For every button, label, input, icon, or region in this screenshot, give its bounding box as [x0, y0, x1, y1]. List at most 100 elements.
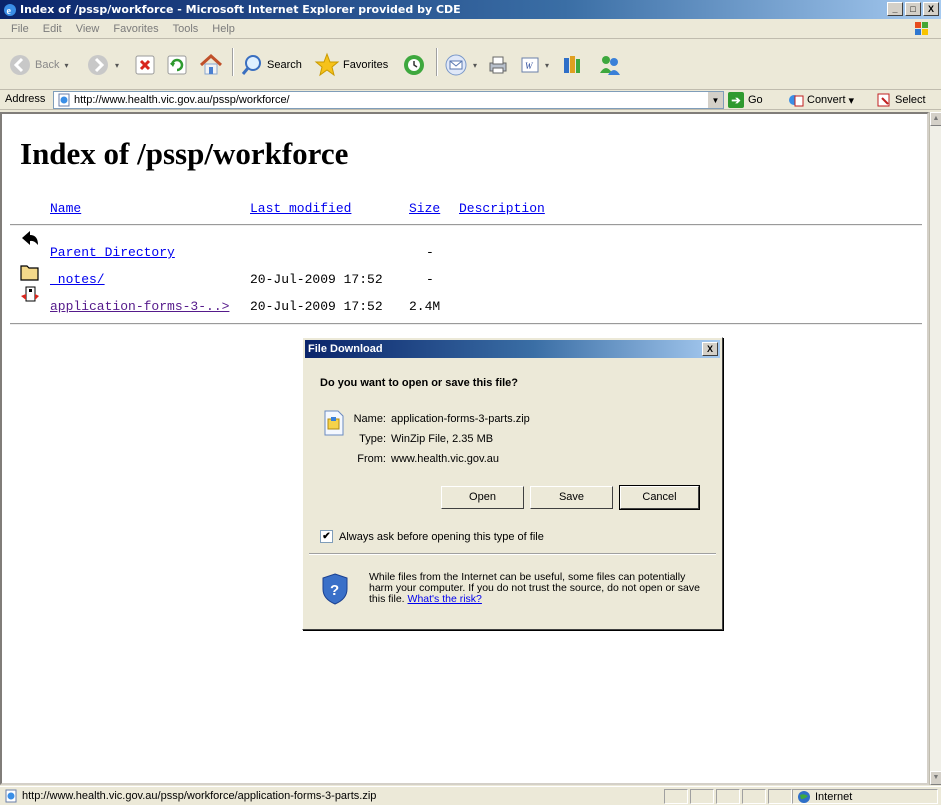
- scroll-down-icon[interactable]: ▼: [930, 771, 941, 785]
- save-button[interactable]: Save: [530, 486, 613, 509]
- home-icon: [199, 53, 223, 75]
- windows-logo-icon: [915, 22, 928, 35]
- back-label: Back: [35, 59, 60, 71]
- close-window-button[interactable]: X: [923, 2, 939, 16]
- zone-label: Internet: [815, 790, 853, 803]
- menu-bar: File Edit View Favorites Tools Help: [0, 19, 941, 39]
- back-arrow-icon: [22, 231, 38, 245]
- favorites-button[interactable]: Favorites: [314, 40, 388, 90]
- messenger-button[interactable]: [598, 40, 622, 90]
- menu-edit[interactable]: Edit: [36, 23, 69, 35]
- select-icon: [877, 93, 890, 107]
- history-icon: [404, 55, 424, 75]
- standard-toolbar: Back ▾ ▾ Search Favorites ▾ W ▾: [0, 40, 941, 90]
- address-input[interactable]: http://www.health.vic.gov.au/pssp/workfo…: [53, 91, 724, 109]
- dialog-divider: [309, 553, 716, 555]
- mail-button[interactable]: ▾: [444, 40, 477, 90]
- stop-button[interactable]: [134, 40, 156, 90]
- status-url-area: http://www.health.vic.gov.au/pssp/workfo…: [4, 789, 376, 803]
- go-button[interactable]: ➔ Go: [728, 91, 763, 109]
- name-value: application-forms-3-parts.zip: [391, 413, 530, 425]
- menu-help[interactable]: Help: [205, 23, 242, 35]
- convert-icon: [789, 95, 804, 107]
- security-shield-icon: ?: [322, 573, 348, 605]
- menu-file[interactable]: File: [4, 23, 36, 35]
- dialog-title-bar[interactable]: File Download X: [305, 340, 720, 358]
- minimize-button[interactable]: _: [887, 2, 903, 16]
- window-title: Index of /pssp/workforce - Microsoft Int…: [20, 3, 461, 16]
- dialog-question: Do you want to open or save this file?: [320, 377, 519, 389]
- globe-icon: [798, 790, 810, 803]
- dialog-close-button[interactable]: X: [702, 342, 718, 356]
- page-icon: [5, 789, 17, 803]
- parent-directory-link[interactable]: Parent Directory: [50, 245, 175, 260]
- menu-tools[interactable]: Tools: [166, 23, 206, 35]
- maximize-button[interactable]: □: [905, 2, 921, 16]
- edit-dropdown-icon[interactable]: ▾: [545, 61, 549, 70]
- research-button[interactable]: [560, 40, 584, 90]
- back-dropdown-icon[interactable]: ▾: [64, 61, 68, 70]
- cancel-button[interactable]: Cancel: [619, 485, 700, 510]
- go-label: Go: [748, 94, 763, 106]
- sort-name-link[interactable]: Name: [50, 201, 81, 216]
- printer-icon: [489, 56, 507, 74]
- print-button[interactable]: [486, 40, 510, 90]
- svg-text:?: ?: [330, 582, 339, 599]
- row-modified: 20-Jul-2009 17:52: [250, 299, 383, 314]
- history-button[interactable]: [402, 40, 426, 90]
- sort-size-link[interactable]: Size: [409, 201, 440, 216]
- refresh-button[interactable]: [166, 40, 188, 90]
- compressed-file-icon: [21, 286, 39, 302]
- mail-icon: [445, 54, 467, 76]
- security-zone[interactable]: Internet: [792, 789, 938, 804]
- footer-divider: [10, 323, 922, 325]
- edit-word-button[interactable]: W ▾: [520, 40, 549, 90]
- name-label: Name:: [353, 413, 386, 425]
- forward-dropdown-icon[interactable]: ▾: [115, 61, 119, 70]
- scroll-up-icon[interactable]: ▲: [930, 112, 941, 126]
- from-label: From:: [357, 453, 386, 465]
- always-ask-checkbox[interactable]: ✔ Always ask before opening this type of…: [320, 530, 544, 543]
- sort-modified-link[interactable]: Last modified: [250, 201, 351, 216]
- favorites-label: Favorites: [343, 59, 389, 71]
- vertical-scrollbar[interactable]: ▲ ▼: [929, 112, 941, 785]
- forward-arrow-icon: [88, 55, 108, 75]
- page-title: Index of /pssp/workforce: [20, 136, 349, 171]
- favorites-star-icon: [314, 52, 340, 77]
- checkbox-checked-icon[interactable]: ✔: [320, 530, 333, 543]
- security-warning: While files from the Internet can be use…: [369, 572, 709, 605]
- address-bar: Address http://www.health.vic.gov.au/pss…: [0, 90, 941, 110]
- address-label: Address: [5, 93, 46, 105]
- svg-text:e: e: [7, 6, 12, 17]
- convert-button[interactable]: Convert ▾: [788, 91, 854, 109]
- menu-favorites[interactable]: Favorites: [106, 23, 165, 35]
- search-button[interactable]: Search: [240, 40, 302, 90]
- home-button[interactable]: [198, 40, 224, 90]
- sort-description-link[interactable]: Description: [459, 201, 545, 216]
- refresh-icon: [167, 55, 187, 75]
- select-label: Select: [895, 94, 926, 106]
- whats-the-risk-link[interactable]: What's the risk?: [408, 593, 482, 605]
- convert-label: Convert: [807, 94, 846, 106]
- select-button[interactable]: Select: [876, 91, 926, 109]
- stop-icon: [135, 55, 155, 75]
- type-value: WinZip File, 2.35 MB: [391, 433, 494, 445]
- forward-button[interactable]: ▾: [86, 40, 119, 90]
- address-dropdown-icon[interactable]: ▼: [707, 92, 723, 108]
- window-title-bar[interactable]: e Index of /pssp/workforce - Microsoft I…: [0, 0, 941, 19]
- convert-dropdown-icon[interactable]: ▾: [849, 94, 855, 107]
- type-label: Type:: [359, 433, 386, 445]
- mail-dropdown-icon[interactable]: ▾: [473, 61, 477, 70]
- open-button[interactable]: Open: [441, 486, 524, 509]
- row-size: -: [426, 245, 434, 260]
- ie-icon: e: [4, 3, 16, 17]
- back-button[interactable]: Back ▾: [8, 40, 68, 90]
- row-size: 2.4M: [409, 299, 441, 314]
- notes-folder-link[interactable]: _notes/: [50, 272, 105, 287]
- go-arrow-icon: ➔: [728, 92, 744, 108]
- from-value: www.health.vic.gov.au: [391, 453, 500, 465]
- application-forms-link[interactable]: application-forms-3-..>: [50, 299, 229, 314]
- menu-view[interactable]: View: [69, 23, 107, 35]
- status-bar: http://www.health.vic.gov.au/pssp/workfo…: [0, 786, 941, 805]
- back-arrow-icon: [10, 55, 30, 75]
